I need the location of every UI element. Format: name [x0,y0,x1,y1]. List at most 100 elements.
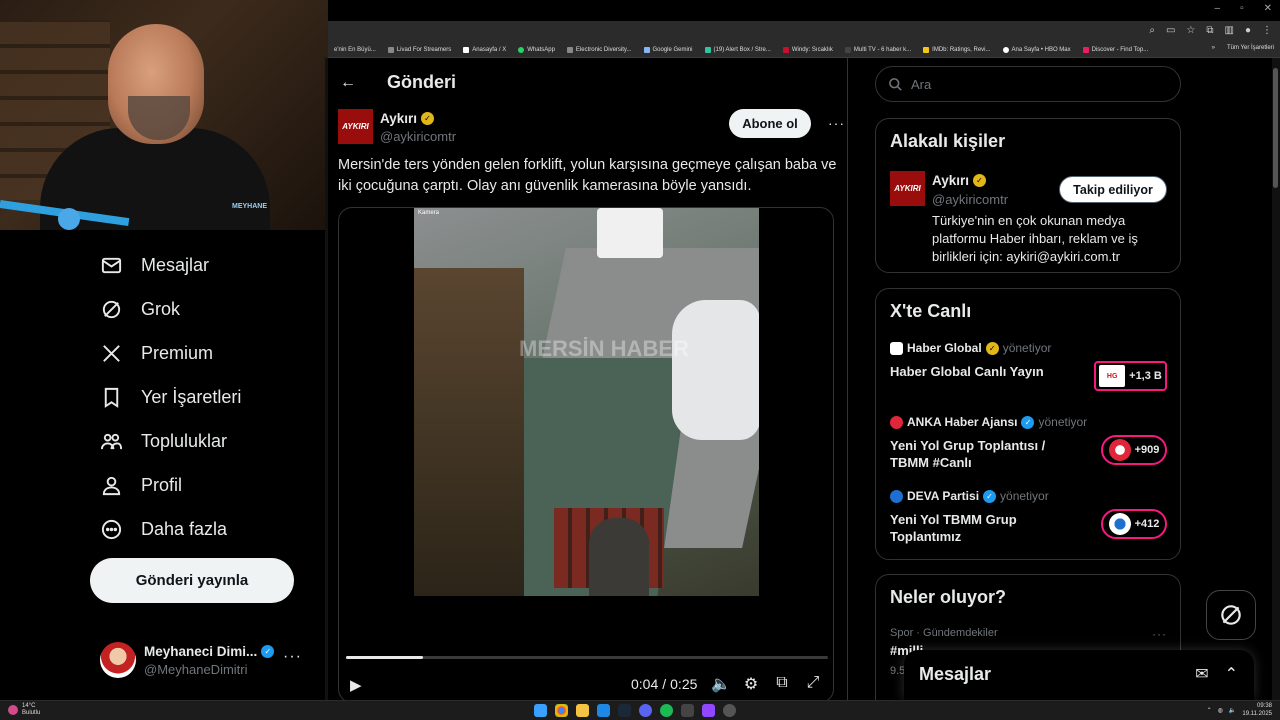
video-progress-bar[interactable] [346,656,828,659]
page-scrollbar[interactable] [1272,58,1280,700]
volume-tray-icon[interactable]: 🔈 [1229,707,1236,714]
obs-icon[interactable] [702,704,715,717]
start-windows-icon[interactable] [534,704,547,717]
fullscreen-icon[interactable]: ⤢ [804,674,822,694]
live-host-name: Haber Global [907,341,982,355]
address-bar[interactable]: ⌕ ▭ ☆ ⧉ ▥ ● ⋮ [328,21,1280,42]
settings-gear-icon[interactable]: ⚙ [742,674,760,694]
nav-item-more[interactable]: Daha fazla [100,518,227,541]
nav-item-bookmarks[interactable]: Yer İşaretleri [100,386,241,409]
card-title: Alakalı kişiler [890,131,1006,151]
app-icon[interactable] [723,704,736,717]
bookmark-item[interactable]: Anasayfa / X [457,46,512,53]
bookmark-item[interactable]: Google Gemini [638,46,699,53]
live-item[interactable]: Haber Global ✓ yönetiyor Haber Global Ca… [890,341,1170,403]
tweet-author-name-row[interactable]: Aykırı ✓ [380,111,435,126]
live-item[interactable]: DEVA Partisi ✓ yönetiyor Yeni Yol TBMM G… [890,489,1170,551]
live-listener-badge[interactable]: +909 [1101,435,1167,465]
taskbar-apps [534,704,736,717]
window-controls: – ▫ ✕ [1215,3,1273,14]
live-title: Yeni Yol Grup Toplantısı / TBMM #Canlı [890,438,1046,470]
file-explorer-icon[interactable] [576,704,589,717]
account-handle: @MeyhaneDimitri [144,661,248,677]
back-arrow-icon[interactable]: ← [340,74,356,92]
trend-meta: Spor · Gündemdekiler [890,627,998,639]
nav-item-premium[interactable]: Premium [100,342,213,365]
video-frame[interactable]: MERSİN HABER Kamera [414,208,759,596]
spotify-icon[interactable] [660,704,673,717]
nav-item-communities[interactable]: Topluluklar [100,430,227,453]
scrollbar-thumb[interactable] [1273,68,1278,188]
minimize-button[interactable]: – [1215,3,1221,14]
related-handle[interactable]: @aykiricomtr [932,192,1008,207]
avatar[interactable]: AYKIRI [338,109,373,144]
app-icon[interactable] [681,704,694,717]
live-item[interactable]: ANKA Haber Ajansı ✓ yönetiyor Yeni Yol G… [890,415,1170,477]
bookmark-item[interactable]: Windy: Sıcaklık [777,46,839,53]
menu-icon[interactable]: ⋮ [1262,25,1272,36]
avatar[interactable]: AYKIRI [890,171,925,206]
bookmark-item[interactable]: Multi TV - 6 haber k... [839,46,917,53]
clock-date: 19.11.2025 [1242,711,1272,717]
clock[interactable]: 09:38 19.11.2025 [1242,702,1272,718]
verified-gold-badge-icon: ✓ [421,112,435,125]
volume-icon[interactable]: 🔈 [711,674,731,694]
account-more-icon[interactable]: ··· [283,648,302,666]
star-icon[interactable]: ☆ [1186,25,1195,36]
video-duration: 0:25 [670,676,698,692]
bookmark-item[interactable]: Discover - Find Top... [1077,46,1155,53]
related-name-row[interactable]: Aykırı ✓ [932,173,987,188]
subscribe-button[interactable]: Abone ol [729,109,811,138]
weather-temp: 14°C [22,703,36,709]
cast-icon[interactable]: ▭ [1166,25,1175,36]
profile-icon[interactable]: ● [1245,25,1251,36]
messages-drawer-title: Mesajlar [919,664,992,684]
network-icon[interactable]: ◍ [1218,707,1223,714]
multitv-icon [844,46,851,53]
weather-widget[interactable]: 14°C Bulutlu [8,703,40,717]
following-button[interactable]: Takip ediliyor [1059,176,1167,203]
zoom-icon[interactable]: ⌕ [1149,25,1155,36]
verified-blue-badge-icon: ✓ [983,489,997,503]
play-icon[interactable]: ▶ [350,676,362,694]
grok-floating-button[interactable] [1206,590,1256,640]
nav-item-profile[interactable]: Profil [100,474,182,497]
bookmark-item[interactable]: Ana Sayfa • HBO Max [997,46,1077,53]
close-button[interactable]: ✕ [1264,3,1272,14]
bookmark-icon [104,387,119,408]
trend-more-icon[interactable]: ··· [1152,627,1167,641]
account-switcher[interactable]: Meyhaneci Dimi... ✓ @MeyhaneDimitri ··· [100,634,310,686]
nav-item-grok[interactable]: Grok [100,298,180,321]
all-bookmarks-button[interactable]: Tüm Yer İşaretleri [1227,45,1274,51]
maximize-button[interactable]: ▫ [1240,3,1244,14]
bookmark-item[interactable]: IMDb: Ratings, Revi... [917,46,996,53]
picture-in-picture-icon[interactable]: ⧉ [773,674,791,694]
tweet-author-handle[interactable]: @aykiricomtr [380,129,456,144]
chrome-icon[interactable] [555,704,568,717]
bookmark-item[interactable]: (19) Alert Box / Stre... [699,46,777,53]
bookmark-item[interactable]: Electronic Diversity... [561,46,638,53]
bookmark-item[interactable]: e'nin En Büyü... [328,47,382,53]
discord-icon[interactable] [639,704,652,717]
weather-text: 14°C Bulutlu [22,703,40,717]
tweet-more-icon[interactable]: ··· [828,115,845,131]
video-player[interactable]: MERSİN HABER Kamera ▶ 0:04 / 0:25 🔈 ⚙ ⧉ … [338,207,834,700]
post-button[interactable]: Gönderi yayınla [90,558,294,603]
expand-chevron-up-icon[interactable]: ⌃ [1225,664,1238,684]
related-bio: Türkiye'nin en çok okunan medya platform… [932,213,1138,264]
live-listener-badge[interactable]: +412 [1101,509,1167,539]
steam-icon[interactable] [618,704,631,717]
sidepanel-icon[interactable]: ▥ [1225,25,1234,36]
new-message-icon[interactable]: ✉ [1195,664,1208,684]
messages-drawer[interactable]: Mesajlar ✉ ⌃ [904,650,1254,700]
extensions-icon[interactable]: ⧉ [1206,25,1213,36]
app-icon[interactable] [597,704,610,717]
bookmark-item[interactable]: Livad For Streamers [382,46,457,53]
bookmarks-more-button[interactable]: » [1212,45,1215,51]
bookmark-item[interactable]: WhatsApp [512,46,561,53]
search-input[interactable]: Ara [875,66,1181,102]
live-listener-badge[interactable]: HG +1,3 B [1094,361,1167,391]
nav-item-messages[interactable]: Mesajlar [100,254,209,277]
haber-global-badge-icon: HG [1099,365,1126,387]
tray-chevron-icon[interactable]: ⌃ [1207,707,1212,714]
